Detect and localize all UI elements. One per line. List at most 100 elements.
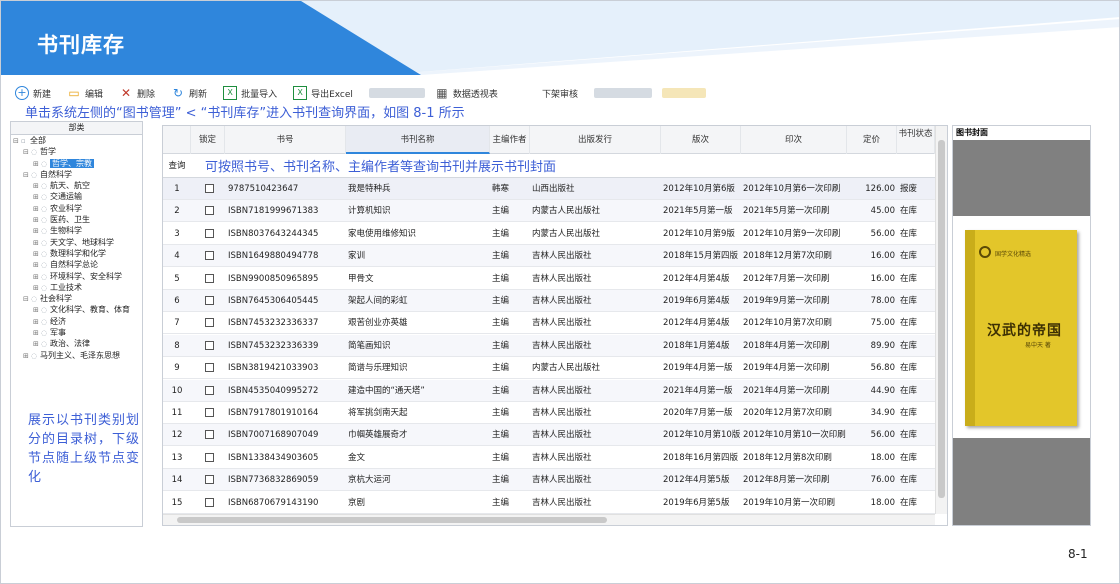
column-header-title[interactable]: 书刊名称: [346, 126, 490, 154]
expand-icon[interactable]: ⊞: [33, 204, 41, 214]
tree-node[interactable]: ⊟ ◌ 自然科学: [11, 169, 142, 180]
expand-icon[interactable]: ⊞: [33, 328, 41, 338]
expand-icon[interactable]: ⊞: [33, 181, 41, 191]
table-row[interactable]: 1 9787510423647 我是特种兵 韩寒 山西出版社 2012年10月第6版 201…: [163, 178, 947, 200]
tree-node[interactable]: ⊞ ◌ 交通运输: [11, 191, 142, 202]
lock-checkbox[interactable]: [205, 206, 214, 216]
tree-node[interactable]: ⊞ ◌ 医药、卫生: [11, 214, 142, 225]
blurred-toolbar-item[interactable]: [368, 88, 425, 98]
collapse-icon[interactable]: ⊟: [23, 147, 31, 157]
tree-node[interactable]: ⊞ ◌ 经济: [11, 316, 142, 327]
lock-checkbox[interactable]: [205, 497, 214, 507]
blurred-toolbar-item[interactable]: [593, 88, 652, 98]
tree-node[interactable]: ⊞ ◌ 生物科学: [11, 225, 142, 236]
lock-checkbox[interactable]: [205, 273, 214, 283]
tree-node[interactable]: ⊞ ◌ 文化科学、教育、体育: [11, 304, 142, 315]
batch-import-button[interactable]: X 批量导入: [223, 86, 277, 100]
table-row[interactable]: 3 ISBN8037643244345 家电使用维修知识 主编 内蒙古人民出版社 2012…: [163, 223, 947, 245]
table-row[interactable]: 13 ISBN1338434903605 金文 主编 吉林人民出版社 2018年16月第四…: [163, 447, 947, 469]
expand-icon[interactable]: ⊞: [33, 249, 41, 259]
table-row[interactable]: 7 ISBN7453232336337 艰苦创业亦英雄 主编 吉林人民出版社 2012年4…: [163, 312, 947, 335]
lock-checkbox[interactable]: [205, 363, 214, 373]
lock-checkbox[interactable]: [205, 430, 214, 440]
tree-node[interactable]: ⊞ ◌ 天文学、地球科学: [11, 237, 142, 248]
tree-node[interactable]: ⊞ ◌ 工业技术: [11, 282, 142, 293]
lock-checkbox[interactable]: [205, 475, 214, 485]
column-header-publisher[interactable]: 出版发行: [530, 126, 661, 154]
horizontal-scrollbar[interactable]: [163, 514, 935, 525]
column-header-edition[interactable]: 版次: [661, 126, 741, 154]
expand-icon[interactable]: ⊞: [33, 317, 41, 327]
expand-icon[interactable]: ⊞: [33, 339, 41, 349]
table-row[interactable]: 14 ISBN7736832869059 京杭大运河 主编 吉林人民出版社 2012年4月…: [163, 469, 947, 492]
expand-icon[interactable]: ⊞: [33, 159, 41, 169]
table-row[interactable]: 9 ISBN3819421033903 简谱与乐理知识 主编 内蒙古人民出版社 2019年…: [163, 357, 947, 380]
shelf-review-button[interactable]: 下架审核: [542, 87, 578, 100]
tree-node[interactable]: ⊞ ◌ 数理科学和化学: [11, 248, 142, 259]
tree-node[interactable]: ⊞ ◌ 军事: [11, 327, 142, 338]
edit-button[interactable]: ▭ 编辑: [67, 86, 103, 100]
expand-icon[interactable]: ⊞: [33, 215, 41, 225]
expand-icon[interactable]: ⊞: [33, 192, 41, 202]
tree-node[interactable]: ⊟ ▫ 全部: [11, 135, 142, 146]
tree-node[interactable]: ⊞ ◌ 哲学、宗教: [11, 158, 142, 169]
table-row[interactable]: 10 ISBN4535040995272 建造中国的“通天塔” 主编 吉林人民出版社 20…: [163, 379, 947, 402]
expand-icon[interactable]: ⊞: [33, 260, 41, 270]
table-row[interactable]: 11 ISBN7917801910164 将军挑剑南天起 主编 吉林人民出版社 2020年…: [163, 402, 947, 424]
column-header-printing[interactable]: 印次: [741, 126, 847, 154]
table-row[interactable]: 5 ISBN9900850965895 甲骨文 主编 吉林人民出版社 2012年4月第4版…: [163, 268, 947, 290]
expand-icon[interactable]: ⊞: [33, 272, 41, 282]
tree-node[interactable]: ⊞ ◌ 航天、航空: [11, 180, 142, 191]
collapse-icon[interactable]: ⊟: [23, 170, 31, 180]
tree-node[interactable]: ⊞ ◌ 环境科学、安全科学: [11, 271, 142, 282]
table-row[interactable]: 2 ISBN7181999671383 计算机知识 主编 内蒙古人民出版社 2021年5月…: [163, 200, 947, 223]
expand-icon[interactable]: ⊞: [33, 226, 41, 236]
horizontal-scroll-thumb[interactable]: [177, 517, 607, 523]
cover-header: 图书封面: [953, 126, 1090, 140]
collapse-icon[interactable]: ⊟: [23, 294, 31, 304]
table-row[interactable]: 6 ISBN7645306405445 架起人间的彩虹 主编 吉林人民出版社 2019年6…: [163, 290, 947, 312]
tree-node[interactable]: ⊟ ◌ 哲学: [11, 146, 142, 157]
lock-checkbox[interactable]: [205, 385, 214, 395]
lock-checkbox[interactable]: [205, 408, 214, 417]
expand-icon[interactable]: ⊞: [33, 238, 41, 248]
vertical-scrollbar[interactable]: [935, 126, 947, 514]
expand-icon[interactable]: ⊞: [23, 351, 31, 361]
tree-node[interactable]: ⊞ ◌ 政治、法律: [11, 338, 142, 349]
lock-checkbox[interactable]: [205, 340, 214, 350]
folder-icon: ▫: [21, 137, 26, 145]
printing-cell: 2018年4月第一次印刷: [743, 340, 830, 351]
column-header-author[interactable]: 主编作者: [490, 126, 530, 154]
export-excel-button[interactable]: X 导出Excel: [293, 86, 353, 100]
table-row[interactable]: 12 ISBN7007168907049 巾帼英雄展奇才 主编 吉林人民出版社 2012年…: [163, 424, 947, 447]
blurred-toolbar-item[interactable]: [661, 88, 706, 98]
column-header-price[interactable]: 定价: [847, 126, 897, 154]
lock-checkbox[interactable]: [205, 228, 214, 238]
lock-checkbox[interactable]: [205, 452, 214, 462]
column-header-isbn[interactable]: 书号: [225, 126, 346, 154]
tree-node[interactable]: ⊟ ◌ 社会科学: [11, 293, 142, 304]
status-cell: 在库: [900, 452, 918, 463]
new-button[interactable]: + 新建: [15, 86, 51, 100]
tree-node[interactable]: ⊞ ◌ 农业科学: [11, 203, 142, 214]
tree-node[interactable]: ⊞ ◌ 马列主义、毛泽东思想: [11, 350, 142, 361]
table-row[interactable]: 15 ISBN6870679143190 京剧 主编 吉林人民出版社 2019年6月第5版…: [163, 492, 947, 514]
delete-button[interactable]: ✕ 删除: [119, 86, 155, 100]
lock-checkbox[interactable]: [205, 251, 214, 261]
refresh-button[interactable]: ↻ 刷新: [171, 86, 207, 100]
lock-checkbox[interactable]: [205, 184, 214, 193]
row-number-cell: 14: [171, 475, 183, 486]
expand-icon[interactable]: ⊞: [33, 283, 41, 293]
lock-checkbox[interactable]: [205, 296, 214, 305]
column-header-status[interactable]: 书刊状态: [897, 126, 935, 154]
pivot-table-button[interactable]: ▦ 数据透视表: [435, 86, 498, 100]
tree-node[interactable]: ⊞ ◌ 自然科学总论: [11, 259, 142, 270]
column-header-lock[interactable]: 锁定: [191, 126, 225, 154]
lock-checkbox[interactable]: [205, 318, 214, 328]
table-row[interactable]: 8 ISBN7453232336339 简笔画知识 主编 吉林人民出版社 2018年1月第…: [163, 334, 947, 357]
expand-icon[interactable]: ⊞: [33, 305, 41, 315]
vertical-scroll-thumb[interactable]: [938, 140, 945, 498]
collapse-icon[interactable]: ⊟: [13, 136, 21, 146]
query-label[interactable]: 查询: [163, 154, 191, 178]
table-row[interactable]: 4 ISBN1649880494778 家训 主编 吉林人民出版社 2018年15月第四版…: [163, 245, 947, 268]
